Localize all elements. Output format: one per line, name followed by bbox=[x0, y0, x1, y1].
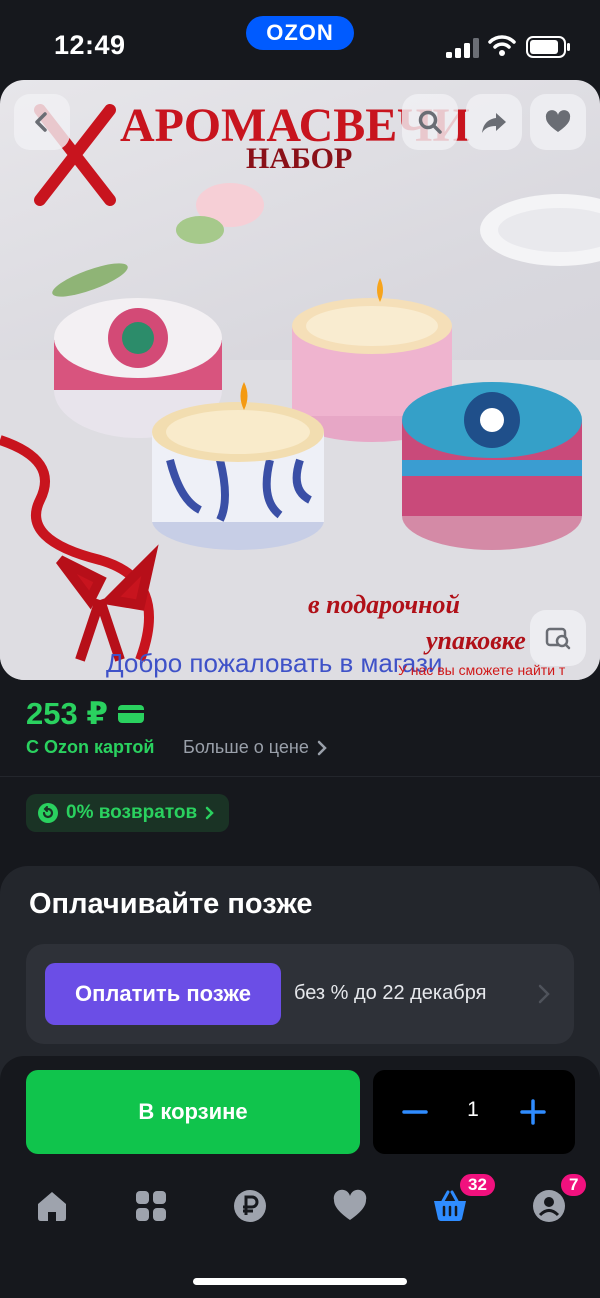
pay-later-terms: без % до 22 декабря bbox=[294, 982, 487, 1004]
cart-badge: 32 bbox=[458, 1172, 497, 1198]
return-icon bbox=[38, 803, 58, 823]
minus-icon[interactable] bbox=[401, 1096, 429, 1128]
wifi-icon bbox=[488, 35, 516, 56]
home-indicator bbox=[193, 1278, 407, 1285]
price-amount: 253 ₽ bbox=[26, 696, 108, 731]
pay-later-button[interactable]: Оплатить позже bbox=[45, 963, 281, 1025]
ruble-icon[interactable] bbox=[232, 1188, 268, 1224]
in-cart-button[interactable]: В корзине bbox=[26, 1070, 360, 1154]
returns-badge[interactable]: 0% возвратов bbox=[26, 794, 230, 832]
image-subtitle-text: НАБОР bbox=[246, 142, 353, 175]
chevron-right-icon bbox=[205, 806, 214, 820]
heart-icon bbox=[545, 110, 571, 132]
catalog-icon[interactable] bbox=[133, 1188, 169, 1224]
quantity-stepper: 1 bbox=[373, 1070, 575, 1154]
product-image[interactable]: АРОМАСВЕЧИ НАБОР в подарочной упаковке Д… bbox=[0, 80, 600, 680]
price-card-label: С Ozon картой bbox=[26, 737, 155, 757]
pay-later-card: Оплачивайте позже Оплатить позже без % д… bbox=[0, 866, 600, 1086]
divider bbox=[0, 776, 600, 777]
profile-badge: 7 bbox=[559, 1172, 589, 1198]
favorites-icon[interactable] bbox=[332, 1188, 368, 1224]
more-about-price-label: Больше о цене bbox=[183, 737, 309, 757]
more-about-price-link[interactable]: Больше о цене bbox=[183, 737, 327, 758]
search-icon bbox=[418, 110, 442, 134]
chevron-left-icon bbox=[35, 112, 47, 132]
pay-later-row[interactable]: Оплатить позже без % до 22 декабря bbox=[26, 944, 574, 1044]
status-bar: 12:49 OZON bbox=[0, 0, 600, 80]
image-gift-text-1: в подарочной bbox=[308, 590, 461, 619]
home-icon[interactable] bbox=[34, 1188, 70, 1224]
pay-later-title: Оплачивайте позже bbox=[29, 888, 313, 920]
returns-label: 0% возвратов bbox=[66, 802, 198, 823]
search-button[interactable] bbox=[402, 94, 458, 150]
image-search-button[interactable] bbox=[530, 610, 586, 666]
action-bar: В корзине 1 bbox=[0, 1056, 600, 1298]
share-icon bbox=[482, 113, 506, 133]
ozon-card-icon bbox=[117, 705, 144, 723]
image-welcome-text: Добро пожаловать в магази bbox=[106, 648, 443, 678]
quantity-value: 1 bbox=[467, 1098, 479, 1121]
price: 253 ₽ bbox=[26, 696, 144, 732]
image-search-icon bbox=[545, 627, 571, 650]
favorite-button[interactable] bbox=[530, 94, 586, 150]
battery-icon bbox=[526, 36, 570, 58]
ozon-logo: OZON bbox=[246, 16, 354, 50]
chevron-right-icon bbox=[317, 740, 327, 755]
back-button[interactable] bbox=[14, 94, 70, 150]
status-time: 12:49 bbox=[54, 30, 126, 60]
share-button[interactable] bbox=[466, 94, 522, 150]
signal-icon bbox=[446, 38, 479, 58]
plus-icon[interactable] bbox=[519, 1096, 547, 1128]
chevron-right-icon bbox=[538, 984, 550, 1004]
